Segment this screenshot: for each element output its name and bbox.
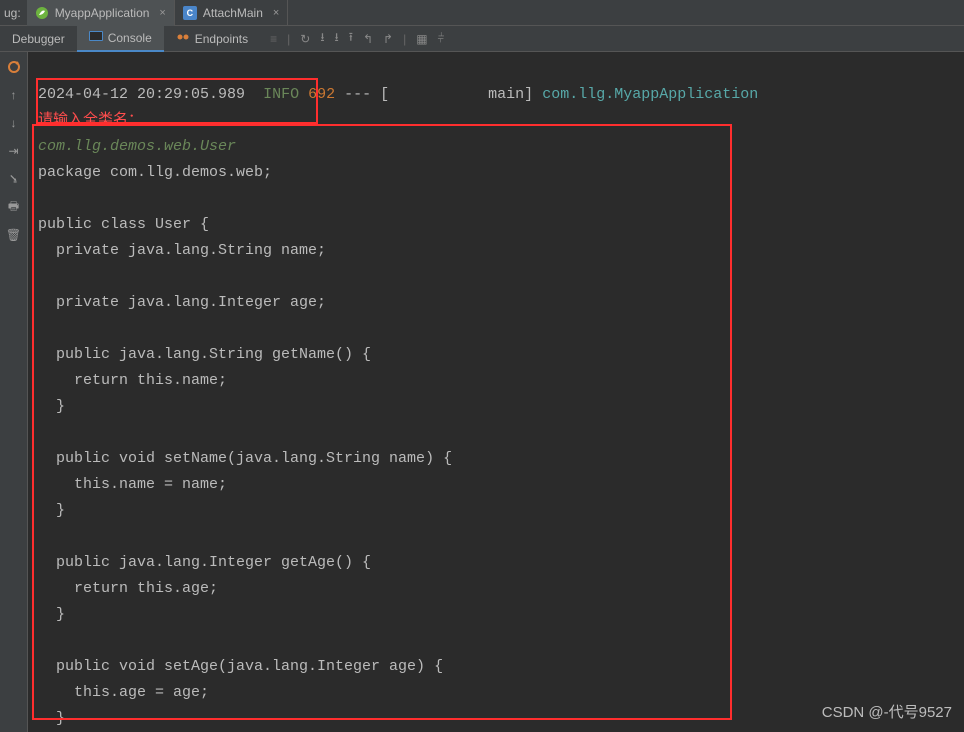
tab-endpoints[interactable]: Endpoints <box>164 26 260 52</box>
endpoints-icon <box>176 31 190 46</box>
separator-icon: ≡ <box>270 32 277 46</box>
arrow-up-icon[interactable]: ↑ <box>5 86 23 104</box>
tab-console[interactable]: Console <box>77 26 164 52</box>
download-icon[interactable]: ⭳ <box>335 28 339 49</box>
prompt-label: 请输入全类名： <box>38 112 143 129</box>
tab-debugger[interactable]: Debugger <box>0 26 77 52</box>
download-icon[interactable]: ⭳ <box>320 28 324 49</box>
print-icon[interactable]: 🖶 <box>5 198 23 216</box>
spring-leaf-icon <box>35 6 49 20</box>
trash-icon[interactable]: 🗑 <box>5 226 23 244</box>
tabs-prefix-label: ug: <box>4 6 27 20</box>
tab-debugger-label: Debugger <box>12 32 65 46</box>
step-icon[interactable]: ↰ <box>363 32 373 46</box>
log-separator: --- [ <box>344 86 389 103</box>
soft-wrap-icon[interactable]: ⇥ <box>5 142 23 160</box>
arrow-down-icon[interactable]: ↓ <box>5 114 23 132</box>
file-tab-label: AttachMain <box>203 6 263 20</box>
file-tab-myapp[interactable]: MyappApplication × <box>27 0 175 26</box>
class-icon: C <box>183 6 197 20</box>
up-arrow-icon[interactable]: ↻ <box>300 32 310 46</box>
log-class: com.llg.MyappApplication <box>542 86 758 103</box>
layout-icon[interactable]: ▦ <box>416 32 427 46</box>
upload-icon[interactable]: ⭱ <box>349 28 353 49</box>
decompiled-code: package com.llg.demos.web; public class … <box>38 164 452 732</box>
close-icon[interactable]: × <box>273 7 279 19</box>
close-icon[interactable]: × <box>159 7 165 19</box>
console-icon <box>89 30 103 45</box>
run-tabs-row: Debugger Console Endpoints ≡ | ↻ ⭳ ⭳ ⭱ ↰… <box>0 26 964 52</box>
tab-endpoints-label: Endpoints <box>195 32 248 46</box>
rerun-icon[interactable] <box>5 58 23 76</box>
step-icon[interactable]: ↱ <box>383 32 393 46</box>
user-input-text: com.llg.demos.web.User <box>38 138 236 155</box>
settings-icon[interactable]: ⫩ <box>438 31 445 46</box>
gutter-toolbar: ↑ ↓ ⇥ ⭸ 🖶 🗑 <box>0 52 28 732</box>
separator-icon: | <box>403 32 406 46</box>
file-tab-attach[interactable]: C AttachMain × <box>175 0 288 26</box>
watermark-text: CSDN @-代号9527 <box>822 701 952 722</box>
log-pid: 692 <box>308 86 335 103</box>
console-toolbar: ≡ | ↻ ⭳ ⭳ ⭱ ↰ ↱ | ▦ ⫩ <box>270 28 444 49</box>
file-tabs-row: ug: MyappApplication × C AttachMain × <box>0 0 964 26</box>
separator-icon: | <box>287 32 290 46</box>
log-level: INFO <box>263 86 299 103</box>
file-tab-label: MyappApplication <box>55 6 150 20</box>
console-output[interactable]: 2024-04-12 20:29:05.989 INFO 692 --- [ m… <box>28 52 964 732</box>
scroll-end-icon[interactable]: ⭸ <box>5 170 23 188</box>
tab-console-label: Console <box>108 31 152 45</box>
log-thread: main] <box>389 86 533 103</box>
log-timestamp: 2024-04-12 20:29:05.989 <box>38 86 245 103</box>
